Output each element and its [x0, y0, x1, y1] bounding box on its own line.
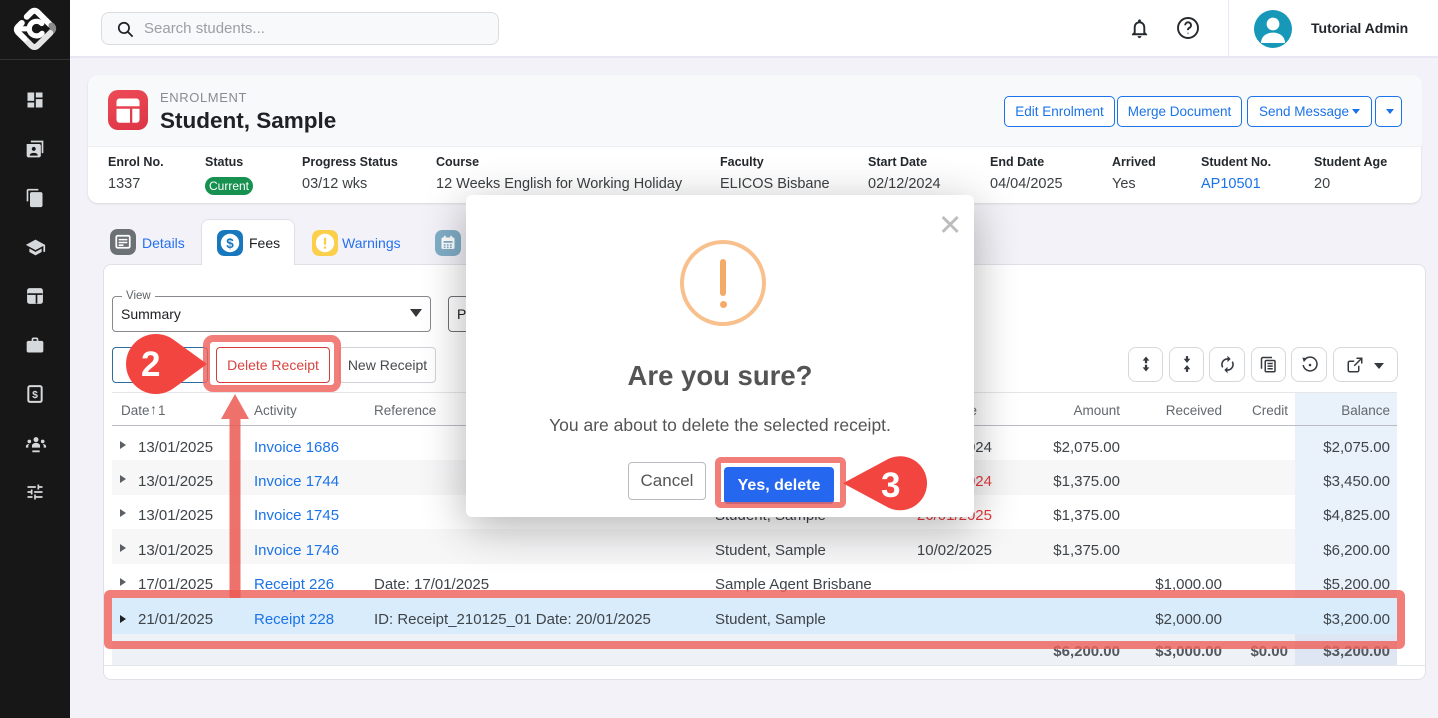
- svg-text:$: $: [32, 390, 38, 401]
- svg-text:$: $: [226, 236, 234, 251]
